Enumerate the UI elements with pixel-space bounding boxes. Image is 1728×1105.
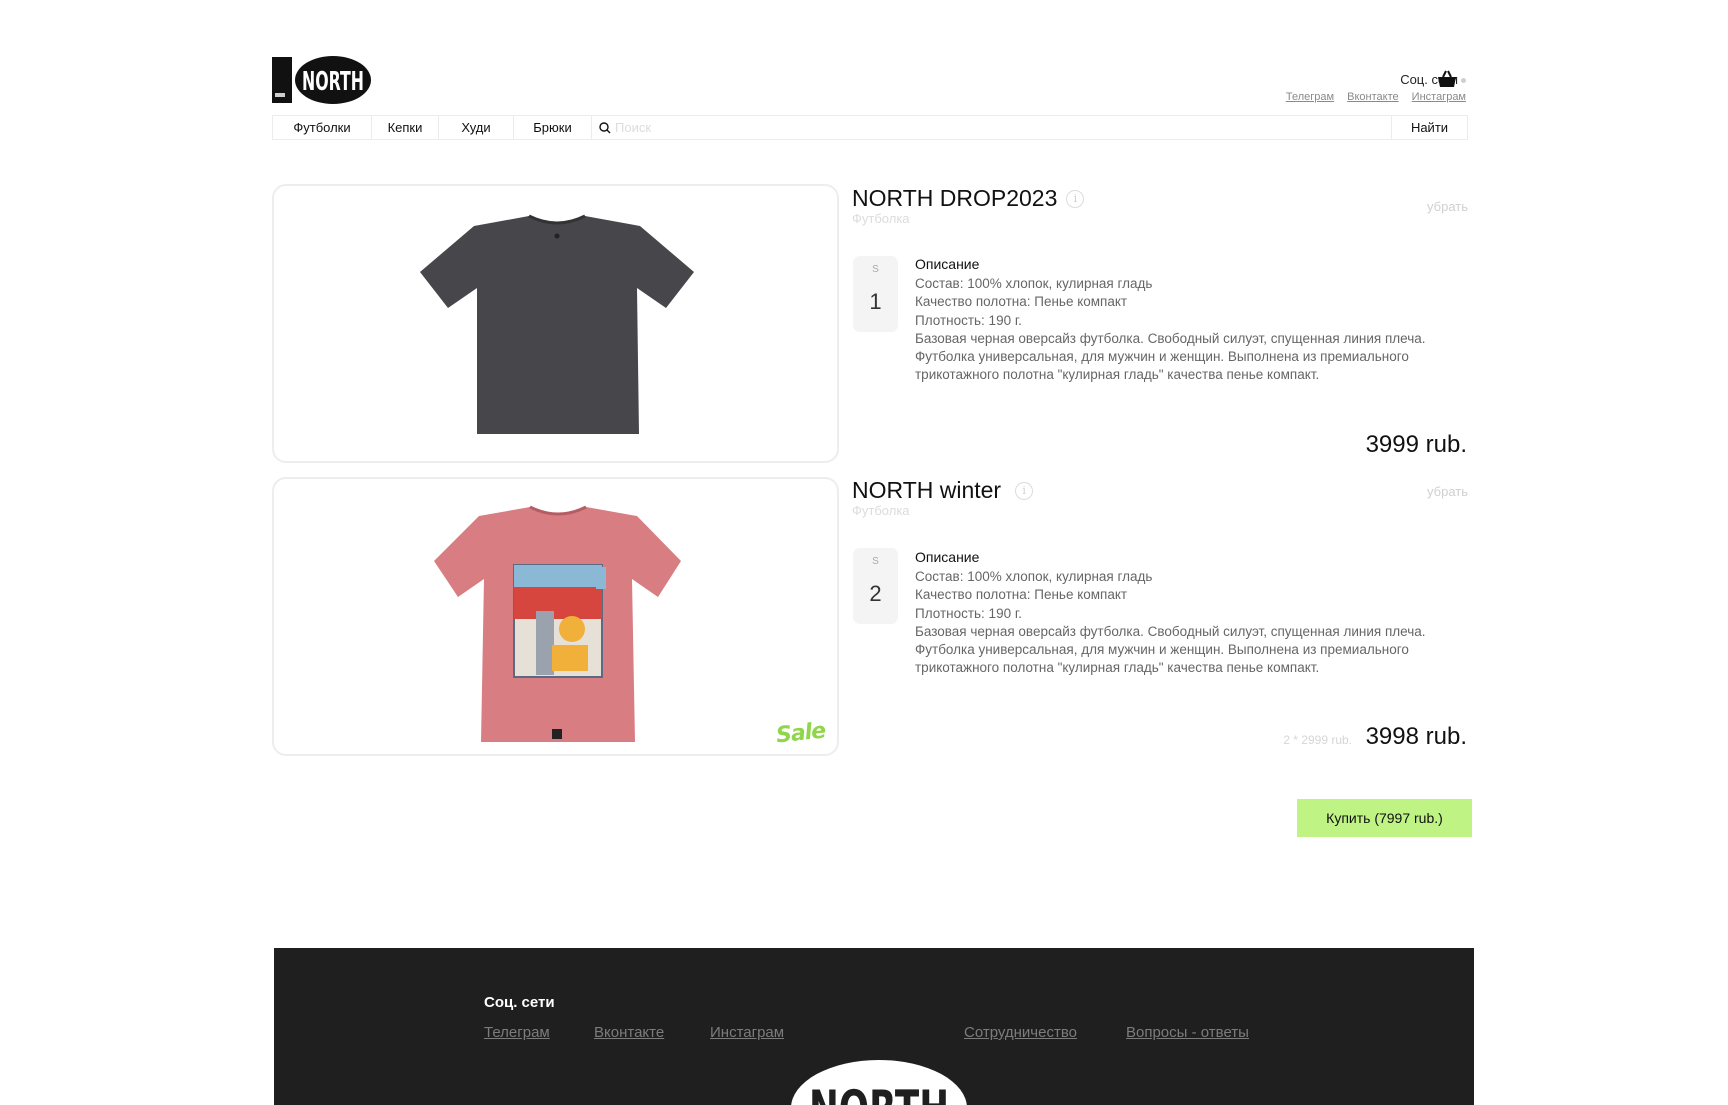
social-links: Телеграм Вконтакте Инстаграм (1276, 91, 1466, 103)
footer-social-title: Соц. сети (484, 994, 555, 1011)
description-line: Качество полотна: Пенье компакт (915, 587, 1128, 603)
product-description: Описание Состав: 100% хлопок, кулирная г… (915, 255, 1435, 384)
quantity-box[interactable]: S 2 (853, 548, 898, 624)
product-description: Описание Состав: 100% хлопок, кулирная г… (915, 548, 1435, 677)
footer-north-logo: NORTH (791, 1060, 967, 1105)
item-price: 3998 rub. (1365, 723, 1467, 750)
quantity-value: 1 (869, 289, 882, 314)
size-label: S (872, 556, 879, 567)
description-text: Базовая черная оверсайз футболка. Свобод… (915, 330, 1426, 383)
description-line: Качество полотна: Пенье компакт (915, 294, 1128, 310)
tshirt-image (434, 505, 681, 742)
product-category: Футболка (852, 211, 910, 226)
logo-text: NORTH (302, 67, 364, 97)
tshirt-shape (420, 216, 694, 434)
description-line: Состав: 100% хлопок, кулирная гладь (915, 276, 1153, 292)
category-nav: Футболки Кепки Худи Брюки Найти (272, 115, 1468, 140)
info-icon[interactable]: i (1015, 481, 1034, 500)
footer-partnership-link[interactable]: Сотрудничество (964, 1024, 1077, 1041)
sale-badge: Sale (774, 718, 827, 749)
footer-vkontakte-link[interactable]: Вконтакте (594, 1024, 664, 1041)
item-price: 3999 rub. (1365, 431, 1467, 458)
buy-button[interactable]: Купить (7997 rub.) (1297, 799, 1472, 837)
search-icon (599, 121, 611, 133)
product-category: Футболка (852, 503, 910, 518)
description-line: Плотность: 190 г. (915, 605, 1022, 621)
search-box (592, 116, 1391, 139)
nav-item-hoodies[interactable]: Худи (439, 116, 514, 139)
description-title: Описание (915, 549, 980, 565)
quantity-value: 2 (869, 581, 882, 606)
north-logo[interactable]: NORTH (272, 55, 372, 105)
basket-icon[interactable] (1437, 70, 1457, 88)
nav-item-pants[interactable]: Брюки (514, 116, 592, 139)
description-line: Состав: 100% хлопок, кулирная гладь (915, 569, 1153, 585)
remove-button[interactable]: убрать (1427, 199, 1468, 214)
nav-item-tshirts[interactable]: Футболки (273, 116, 372, 139)
unit-price-note: 2 * 2999 rub. (1283, 733, 1352, 747)
description-title: Описание (915, 256, 980, 272)
size-label: S (872, 264, 879, 275)
dot-icon (1461, 78, 1466, 84)
footer-instagram-link[interactable]: Инстаграм (710, 1024, 784, 1041)
description-line: Плотность: 190 г. (915, 312, 1022, 328)
description-text: Базовая черная оверсайз футболка. Свобод… (915, 623, 1426, 676)
search-button[interactable]: Найти (1391, 116, 1467, 139)
quantity-box[interactable]: S 1 (853, 256, 898, 332)
footer-logo-text: NORTH (809, 1080, 949, 1105)
footer: Соц. сети Телеграм Вконтакте Инстаграм С… (274, 948, 1474, 1105)
footer-telegram-link[interactable]: Телеграм (484, 1024, 550, 1041)
product-image-card[interactable]: Sale (272, 477, 839, 756)
footer-faq-link[interactable]: Вопросы - ответы (1126, 1024, 1249, 1041)
product-image-card[interactable] (272, 184, 839, 463)
search-input[interactable] (615, 120, 1215, 135)
instagram-link[interactable]: Инстаграм (1412, 91, 1466, 103)
product-title: NORTH DROP2023 (852, 185, 1058, 211)
remove-button[interactable]: убрать (1427, 484, 1468, 499)
telegram-link[interactable]: Телеграм (1286, 91, 1334, 103)
info-icon[interactable]: i (1066, 189, 1085, 208)
nav-item-caps[interactable]: Кепки (372, 116, 439, 139)
product-title: NORTH winter (852, 477, 1002, 503)
vkontakte-link[interactable]: Вконтакте (1347, 91, 1398, 103)
tshirt-image (420, 214, 694, 434)
